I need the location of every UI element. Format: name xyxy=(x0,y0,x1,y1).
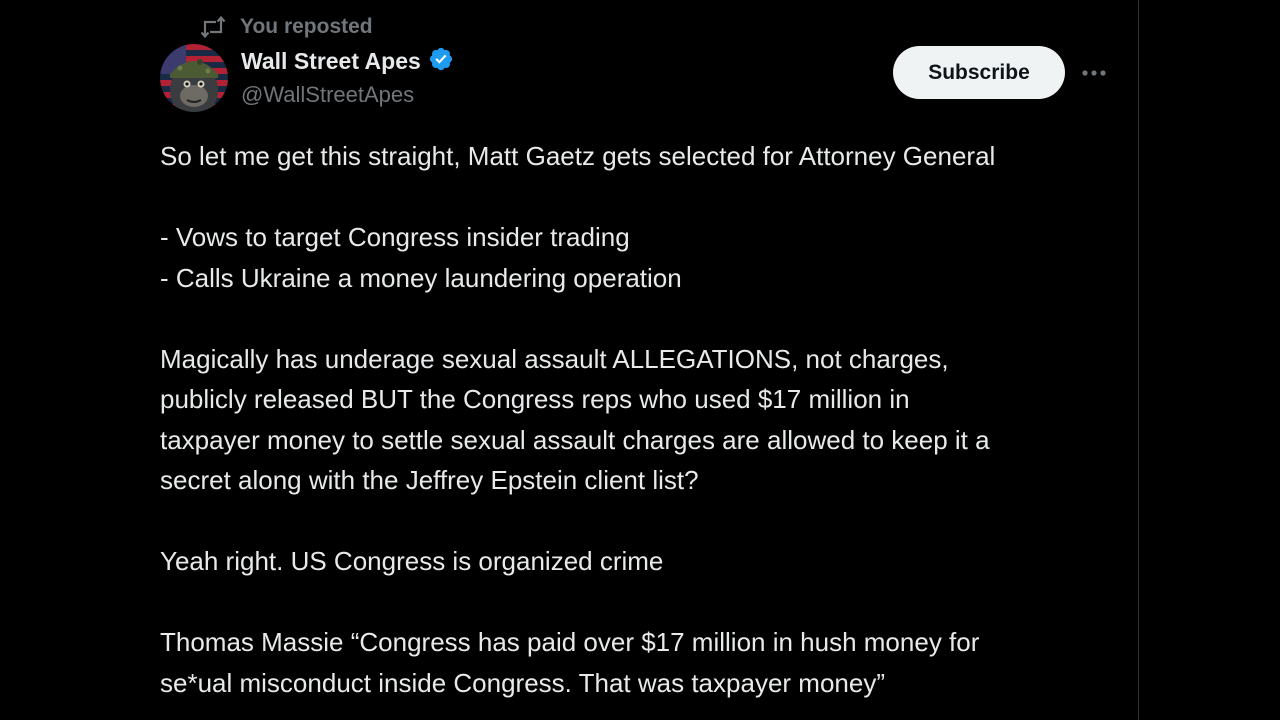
tweet-line xyxy=(160,177,1130,218)
tweet-line: taxpayer money to settle sexual assault … xyxy=(160,424,990,455)
tweet-line: se*ual misconduct inside Congress. That … xyxy=(160,667,885,698)
tweet-line xyxy=(160,582,1130,623)
repost-icon xyxy=(200,16,226,38)
author-display-name[interactable]: Wall Street Apes xyxy=(241,48,421,75)
more-options-button[interactable] xyxy=(1076,56,1112,90)
tweet-line: Yeah right. US Congress is organized cri… xyxy=(160,546,664,576)
tweet-line: secret along with the Jeffrey Epstein cl… xyxy=(160,465,699,495)
more-horizontal-icon xyxy=(1081,64,1107,82)
tweet-line: Magically has underage sexual assault AL… xyxy=(160,343,949,374)
tweet-line: publicly released BUT the Congress reps … xyxy=(160,384,910,414)
column-divider xyxy=(1138,0,1139,720)
author-handle[interactable]: @WallStreetApes xyxy=(241,82,414,108)
verified-badge-icon xyxy=(428,46,454,77)
repost-indicator[interactable]: You reposted xyxy=(200,14,373,40)
tweet-text: So let me get this straight, Matt Gaetz … xyxy=(160,136,1130,703)
tweet-line: - Vows to target Congress insider tradin… xyxy=(160,222,630,252)
tweet-line: So let me get this straight, Matt Gaetz … xyxy=(160,141,996,171)
tweet-line xyxy=(160,501,1130,542)
avatar[interactable] xyxy=(160,44,228,112)
author-name-row[interactable]: Wall Street Apes xyxy=(241,46,454,77)
tweet-line: Thomas Massie “Congress has paid over $1… xyxy=(160,627,980,657)
tweet-line: - Calls Ukraine a money laundering opera… xyxy=(160,262,682,293)
repost-label: You reposted xyxy=(240,15,373,38)
tweet-line xyxy=(160,298,1130,339)
subscribe-button[interactable]: Subscribe xyxy=(893,46,1065,99)
